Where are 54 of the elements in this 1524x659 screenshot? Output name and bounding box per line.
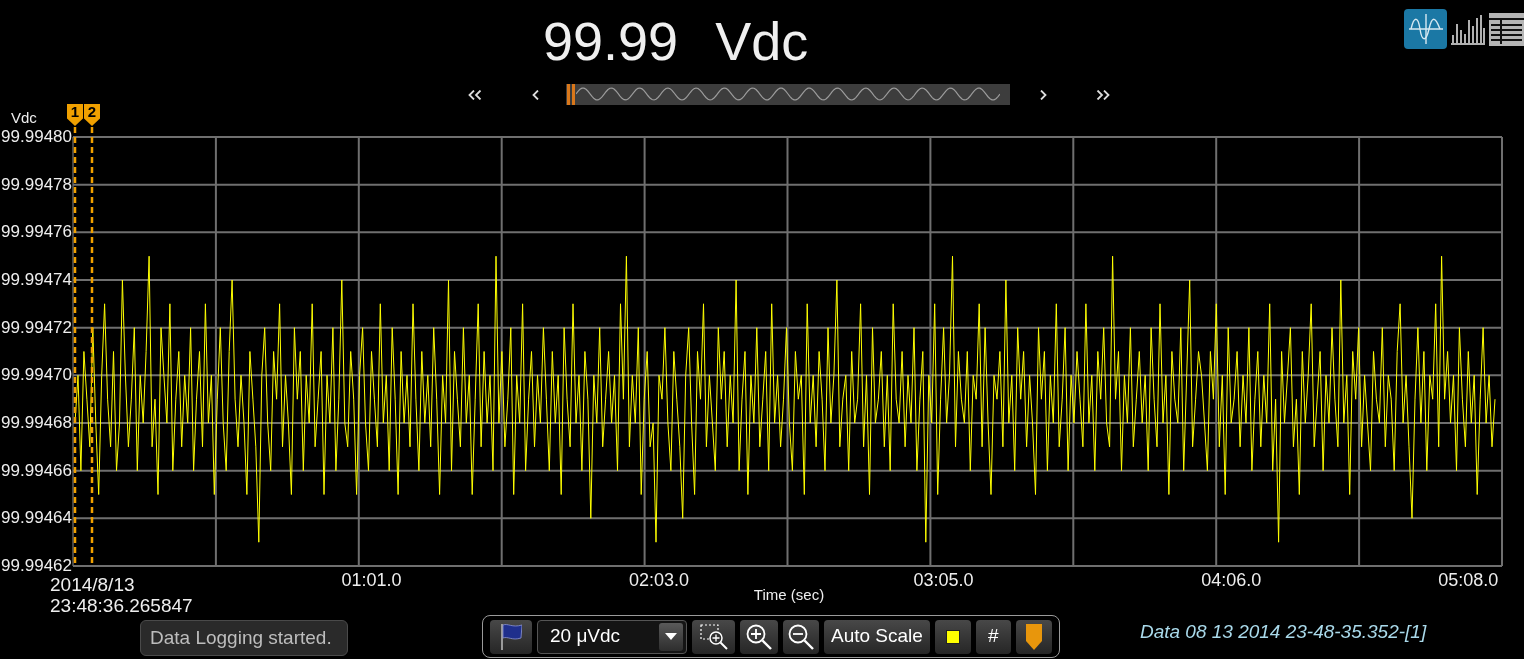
zoom-out-icon — [788, 623, 814, 650]
cursor-flag[interactable]: 1 — [67, 104, 83, 126]
trace-color-button[interactable] — [934, 619, 971, 654]
x-axis-label: 03:05.0 — [913, 571, 974, 589]
y-axis-label: 99.99462 — [1, 557, 72, 575]
y-axis-label: 99.99474 — [1, 271, 72, 289]
reading-unit: Vdc — [715, 14, 809, 68]
y-axis-label: 99.99466 — [1, 461, 72, 480]
marker-button[interactable] — [1015, 619, 1052, 654]
zoom-out-button[interactable] — [783, 619, 819, 654]
x-axis-title: Time (sec) — [753, 586, 825, 603]
y-axis-unit: Vdc — [11, 110, 37, 126]
caret-icon — [665, 633, 677, 640]
y-axis-label: 99.99464 — [1, 509, 72, 528]
zoom-in-icon — [746, 623, 772, 650]
x-axis-label: 05:08.0 — [1438, 571, 1499, 589]
table-icon — [1489, 12, 1524, 46]
x-axis-label: 02:03.0 — [628, 571, 690, 589]
double-chevron-left-icon — [468, 89, 482, 100]
cursor-flag[interactable]: 2 — [84, 104, 100, 126]
flag-button[interactable] — [490, 619, 532, 654]
toolbar-button[interactable]: Auto Scale — [824, 619, 930, 654]
cursor-line[interactable] — [73, 127, 77, 566]
zoom-box-icon — [699, 623, 728, 650]
file-name-label: Data 08 13 2014 23-48-35.352-[1] — [1139, 622, 1427, 642]
range-dropdown[interactable]: 20 μVdc — [537, 619, 687, 654]
overview-scrollbar[interactable] — [566, 84, 1010, 105]
x-axis-label: 01:01.0 — [341, 571, 402, 589]
marker-icon — [1025, 623, 1042, 650]
y-axis-label: 99.99472 — [1, 318, 72, 337]
start-time-label: 23:48:36.265847 — [50, 596, 193, 615]
status-toast: Data Logging started. — [140, 620, 348, 656]
zoom-box-button[interactable] — [692, 619, 735, 654]
toolbar-button[interactable]: # — [975, 619, 1011, 654]
waveform-icon — [1408, 14, 1443, 44]
y-axis-label: 99.99470 — [1, 366, 72, 385]
zoom-in-button[interactable] — [740, 619, 778, 654]
start-date-label: 2014/8/13 — [50, 575, 135, 594]
position-handle[interactable] — [567, 84, 575, 105]
chevron-left-icon — [531, 89, 539, 100]
x-axis-label: 04:06.0 — [1201, 571, 1262, 589]
chevron-right-icon — [1039, 89, 1047, 100]
bar-chart-icon — [1451, 13, 1485, 45]
y-axis-label: 99.99478 — [1, 175, 72, 194]
y-axis-label: 99.99476 — [1, 223, 72, 242]
cursor-line[interactable] — [90, 127, 94, 566]
y-axis-label: 99.99468 — [1, 414, 72, 432]
trend-view-button[interactable] — [1404, 9, 1447, 49]
dropdown-arrow-button[interactable] — [659, 622, 683, 651]
reading-value: 99.99 — [543, 14, 679, 68]
y-axis-label: 99.99480 — [1, 128, 72, 146]
swatch-icon — [945, 629, 960, 644]
flag-icon — [500, 623, 522, 650]
double-chevron-right-icon — [1096, 89, 1110, 100]
